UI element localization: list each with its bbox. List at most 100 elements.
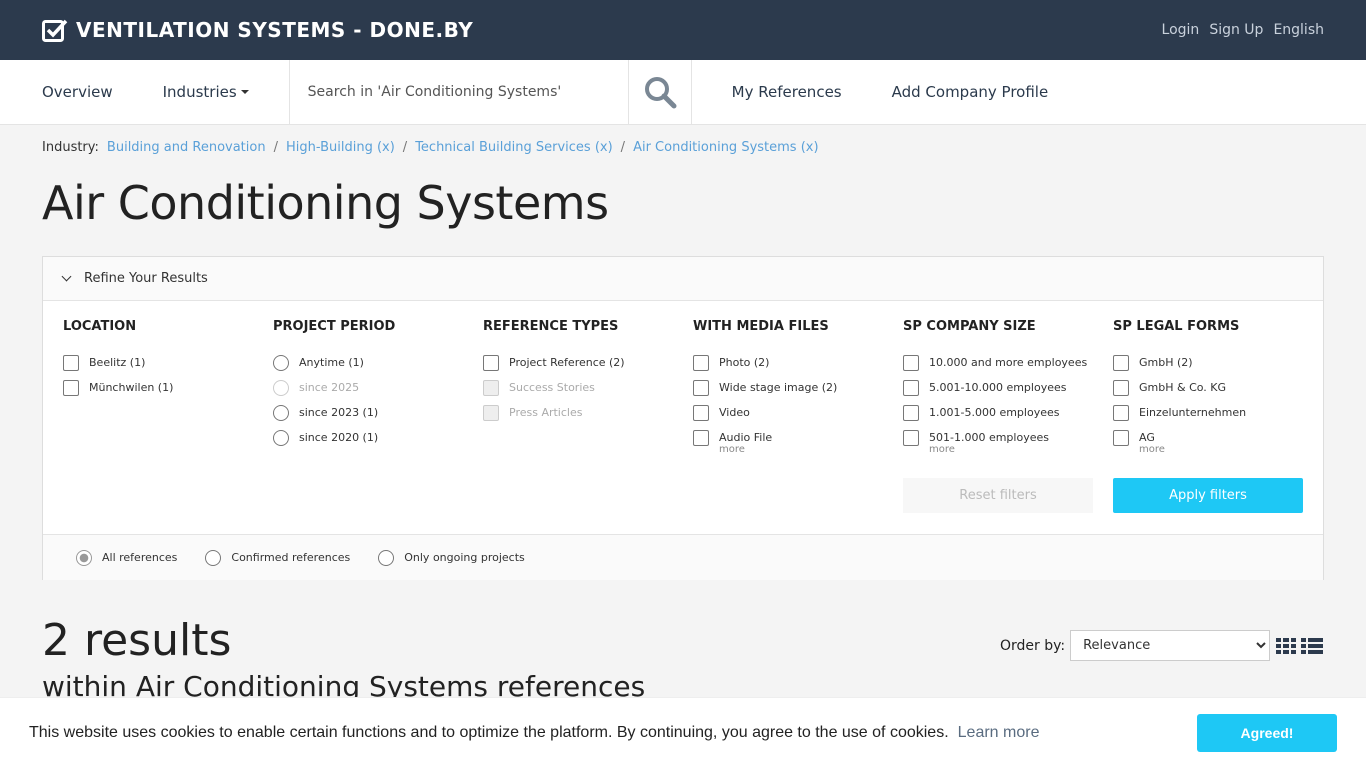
checkbox[interactable] [903,354,919,371]
nav-industries[interactable]: Industries [163,60,299,124]
search-button[interactable] [629,60,692,124]
option-label: Only ongoing projects [404,551,525,564]
chevron-down-icon [61,271,72,282]
filter-option[interactable]: GmbH & Co. KG [1113,375,1323,400]
filter-option[interactable]: since 2023 (1) [273,400,483,425]
filter-option[interactable]: 10.000 and more employees [903,350,1113,375]
option-label: Project Reference (2) [509,356,625,369]
filter-option[interactable]: Wide stage image (2) [693,375,903,400]
filter-option: Press Articles [483,400,693,425]
option-label: since 2020 (1) [299,431,379,444]
breadcrumb-separator: / [402,140,408,155]
more-link[interactable]: more [1139,444,1323,455]
cookie-banner: This website uses cookies to enable cert… [0,697,1366,768]
breadcrumb-item[interactable]: Technical Building Services (x) [415,140,612,155]
filter-option[interactable]: 1.001-5.000 employees [903,400,1113,425]
nav-add-company[interactable]: Add Company Profile [892,60,1099,124]
more-link[interactable]: more [929,444,1113,455]
filter-panel: Refine Your Results LOCATION Beelitz (1)… [42,256,1324,580]
scope-option[interactable]: All references [76,545,177,570]
option-label: 501-1.000 employees [929,431,1049,444]
checkbox[interactable] [1113,354,1129,371]
option-label: 5.001-10.000 employees [929,381,1067,394]
agree-button[interactable]: Agreed! [1197,714,1337,752]
checkbox[interactable] [903,404,919,421]
checkbox[interactable] [483,354,499,371]
grid-view-icon[interactable] [1276,637,1297,654]
media-filter: WITH MEDIA FILES Photo (2) Wide stage im… [693,319,903,455]
results-count: 2 results [42,615,232,666]
checkbox[interactable] [693,404,709,421]
radio[interactable] [273,354,289,371]
option-label: since 2025 [299,381,360,394]
filter-option[interactable]: Project Reference (2) [483,350,693,375]
checkbox[interactable] [693,354,709,371]
reset-filters-button[interactable]: Reset filters [903,478,1093,513]
breadcrumb-separator: / [273,140,278,155]
more-link[interactable]: more [719,444,903,455]
brand-title: VENTILATION SYSTEMS - DONE.BY [76,18,474,42]
checkbox[interactable] [1113,379,1129,396]
option-label: Confirmed references [231,551,351,564]
option-label: 1.001-5.000 employees [929,406,1060,419]
nav-overview[interactable]: Overview [42,60,163,124]
filter-option[interactable]: since 2020 (1) [273,425,483,450]
option-label: GmbH (2) [1139,356,1193,369]
radio[interactable] [205,549,222,566]
scope-option[interactable]: Confirmed references [205,545,350,570]
checkbox[interactable] [1113,404,1129,421]
scope-option[interactable]: Only ongoing projects [378,545,525,570]
order-select[interactable]: Relevance [1070,630,1271,661]
location-filter: LOCATION Beelitz (1) Münchwilen (1) [63,319,273,455]
brand[interactable]: VENTILATION SYSTEMS - DONE.BY [42,18,473,42]
reference-scope: All references Confirmed references Only… [43,534,1323,580]
search-input[interactable] [307,84,610,100]
filter-option[interactable]: Einzelunternehmen [1113,400,1323,425]
radio[interactable] [378,549,395,566]
filter-option[interactable]: Video [693,400,903,425]
login-link[interactable]: Login [1162,22,1200,38]
filter-title: SP COMPANY SIZE [903,319,1036,334]
language-link[interactable]: English [1273,22,1324,38]
filter-option[interactable]: 5.001-10.000 employees [903,375,1113,400]
radio[interactable] [76,549,92,566]
option-label: All references [102,551,178,564]
filter-panel-toggle[interactable]: Refine Your Results [43,257,1323,301]
checkbox[interactable] [693,379,709,396]
checkbox[interactable] [63,379,79,396]
page-title: Air Conditioning Systems [42,176,609,230]
search-box [288,60,629,124]
checkbox[interactable] [1113,429,1129,446]
radio[interactable] [273,404,289,421]
filter-option[interactable]: GmbH (2) [1113,350,1323,375]
filter-title: LOCATION [63,319,137,334]
checkbox[interactable] [63,354,79,371]
breadcrumb-label: Industry: [42,140,99,155]
radio [273,379,289,396]
option-label: Anytime (1) [299,356,364,369]
option-label: Success Stories [509,381,595,394]
filter-option[interactable]: Beelitz (1) [63,350,273,375]
nav-my-references[interactable]: My References [732,60,892,124]
filter-option[interactable]: Münchwilen (1) [63,375,273,400]
top-bar: VENTILATION SYSTEMS - DONE.BY Login Sign… [0,0,1366,60]
filter-option[interactable]: Anytime (1) [273,350,483,375]
filter-option[interactable]: Photo (2) [693,350,903,375]
option-label: Video [719,406,750,419]
breadcrumb-item[interactable]: Building and Renovation [107,140,266,155]
checkbox[interactable] [903,429,919,446]
checkbox [483,404,499,421]
checkbox[interactable] [903,379,919,396]
checkbox[interactable] [693,429,709,446]
filter-title: WITH MEDIA FILES [693,319,829,334]
apply-filters-button[interactable]: Apply filters [1113,478,1303,513]
radio[interactable] [273,429,289,446]
breadcrumb-item[interactable]: High-Building (x) [286,140,395,155]
breadcrumb-item[interactable]: Air Conditioning Systems (x) [633,140,818,155]
nav-industries-label: Industries [162,83,237,101]
learn-more-link[interactable]: Learn more [958,724,1040,742]
period-filter: PROJECT PERIOD Anytime (1) since 2025 si… [273,319,483,455]
list-view-icon[interactable] [1301,637,1324,654]
company-size-filter: SP COMPANY SIZE 10.000 and more employee… [903,319,1113,455]
signup-link[interactable]: Sign Up [1209,22,1263,38]
